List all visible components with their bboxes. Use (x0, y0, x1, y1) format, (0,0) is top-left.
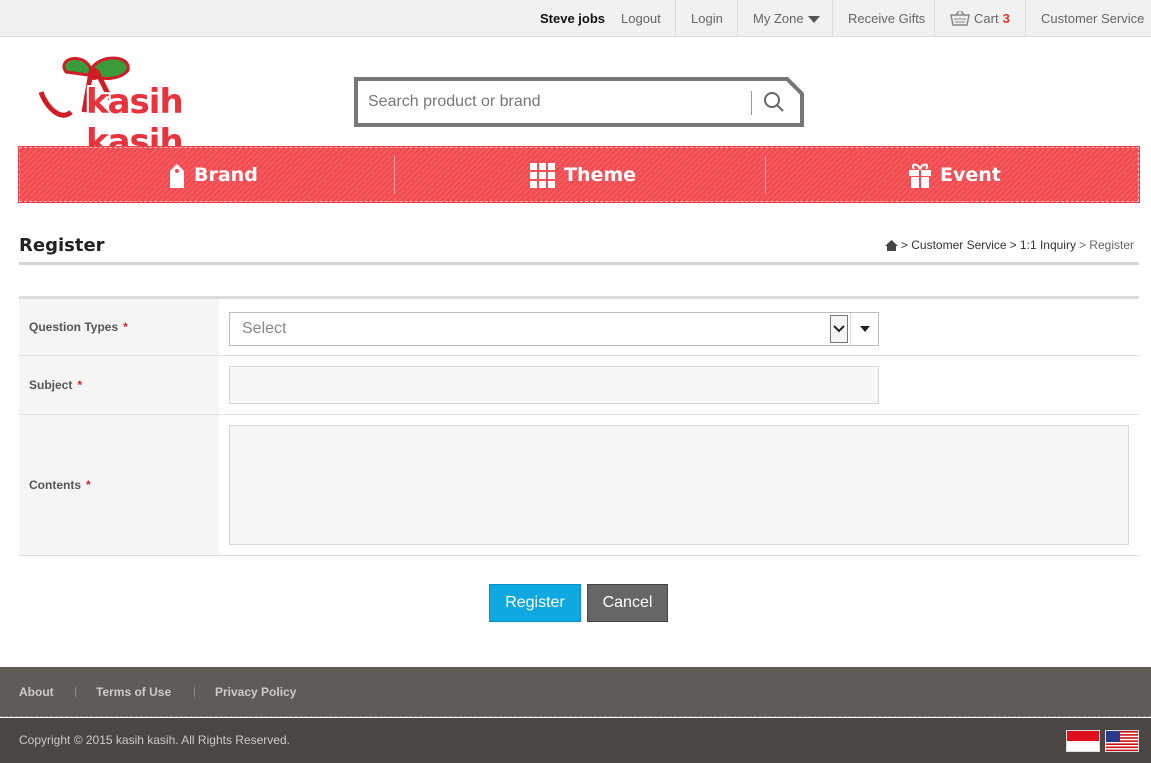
footer-link-privacy[interactable]: Privacy Policy (215, 667, 296, 717)
home-icon[interactable] (884, 239, 898, 251)
select-value: Select (242, 320, 287, 337)
breadcrumb-item[interactable]: > Customer Service (901, 238, 1007, 252)
search-divider (751, 91, 752, 115)
copyright-text: Copyright © 2015 kasih kasih. All Rights… (19, 733, 290, 747)
required-mark: * (77, 378, 83, 392)
page-title: Register (19, 235, 105, 256)
form-row-subject: Subject * (19, 356, 1139, 415)
tag-icon (170, 163, 184, 188)
topbar-divider (934, 0, 935, 37)
username: Steve jobs (540, 11, 606, 26)
inquiry-form: Question Types * Select Subject * Conten… (19, 296, 1139, 556)
form-label: Subject * (19, 356, 219, 414)
top-bar: Steve jobs Logout Login My Zone Receive … (0, 0, 1151, 37)
usa-flag-icon[interactable] (1105, 730, 1139, 752)
cart-count-badge: 3 (1002, 11, 1010, 26)
dropdown-arrow-icon[interactable] (852, 313, 878, 345)
subject-input[interactable] (229, 366, 879, 404)
breadcrumb: > Customer Service > 1:1 Inquiry > Regis… (884, 238, 1134, 252)
register-button[interactable]: Register (489, 584, 581, 622)
gift-icon (909, 163, 931, 188)
chevron-down-icon (807, 16, 820, 24)
footer-link-terms[interactable]: Terms of Use (96, 667, 171, 717)
footer-divider (75, 687, 76, 697)
nav-item-theme[interactable]: Theme (530, 148, 636, 203)
customer-service-link[interactable]: Customer Service (1041, 0, 1144, 37)
form-row-question-types: Question Types * Select (19, 299, 1139, 356)
footer-link-about[interactable]: About (19, 667, 54, 717)
breadcrumb-current: > Register (1078, 238, 1134, 252)
contents-label: Contents (29, 478, 81, 492)
indonesia-flag-icon[interactable] (1066, 730, 1100, 752)
my-zone-label: My Zone (753, 11, 804, 26)
question-types-select[interactable]: Select (229, 312, 879, 346)
topbar-divider (1025, 0, 1026, 37)
nav-label: Theme (564, 164, 637, 186)
topbar-divider (737, 0, 738, 37)
grid-icon (530, 162, 555, 188)
footer-links-bar: About Terms of Use Privacy Policy (0, 667, 1151, 717)
form-label: Question Types * (19, 299, 219, 355)
nav-item-brand[interactable]: Brand (168, 148, 258, 203)
basket-icon (950, 10, 970, 26)
contents-textarea[interactable] (229, 425, 1129, 545)
search-button[interactable] (762, 90, 788, 116)
required-mark: * (86, 478, 91, 492)
topbar-divider (675, 0, 676, 37)
footer-bottom: Copyright © 2015 kasih kasih. All Rights… (0, 718, 1151, 763)
search-box (354, 77, 804, 127)
topbar-divider (832, 0, 833, 37)
chevron-down-icon (830, 315, 848, 343)
required-mark: * (123, 320, 128, 334)
main-nav: Brand Theme Event (18, 146, 1140, 203)
nav-divider (394, 156, 395, 194)
form-label: Contents * (19, 415, 219, 555)
title-divider (19, 262, 1139, 265)
site-logo[interactable]: kasih kasih (36, 52, 262, 162)
select-divider (850, 313, 851, 345)
subject-label: Subject (29, 378, 73, 392)
nav-item-event[interactable]: Event (908, 148, 1001, 203)
cart-label: Cart (974, 11, 999, 26)
nav-divider (765, 156, 766, 194)
search-input[interactable] (368, 89, 748, 115)
my-zone-menu[interactable]: My Zone (753, 0, 820, 37)
breadcrumb-item[interactable]: > 1:1 Inquiry (1010, 238, 1076, 252)
search-box-corner (788, 77, 804, 93)
form-row-contents: Contents * (19, 415, 1139, 556)
receive-gifts-link[interactable]: Receive Gifts (848, 0, 925, 37)
nav-label: Brand (194, 164, 258, 186)
login-link[interactable]: Login (691, 0, 723, 37)
search-icon (764, 92, 784, 112)
question-types-label: Question Types (29, 320, 119, 334)
cart-link[interactable]: Cart 3 (950, 0, 1010, 37)
logout-link[interactable]: Logout (621, 0, 661, 37)
nav-label: Event (940, 164, 1001, 186)
footer-divider (194, 687, 195, 697)
cancel-button[interactable]: Cancel (587, 584, 668, 622)
